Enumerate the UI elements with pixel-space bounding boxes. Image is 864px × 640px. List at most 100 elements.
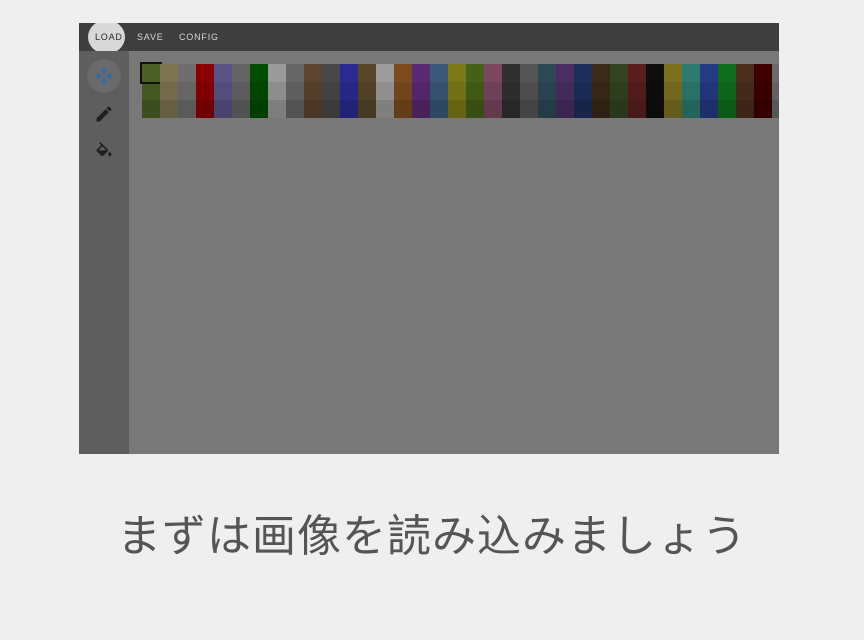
swatch-shade	[160, 64, 178, 82]
swatch-shade	[340, 100, 358, 118]
swatch-shade	[610, 100, 628, 118]
palette-swatch[interactable]	[214, 64, 232, 118]
palette-swatch[interactable]	[394, 64, 412, 118]
swatch-shade	[268, 100, 286, 118]
swatch-shade	[286, 82, 304, 100]
swatch-shade	[520, 82, 538, 100]
swatch-shade	[646, 100, 664, 118]
palette-swatch[interactable]	[700, 64, 718, 118]
swatch-shade	[286, 100, 304, 118]
swatch-shade	[520, 100, 538, 118]
palette-swatch[interactable]	[466, 64, 484, 118]
palette-swatch[interactable]	[304, 64, 322, 118]
swatch-shade	[592, 82, 610, 100]
swatch-shade	[664, 64, 682, 82]
swatch-shade	[160, 100, 178, 118]
palette-swatch[interactable]	[646, 64, 664, 118]
swatch-shade	[358, 100, 376, 118]
move-tool-button[interactable]	[87, 59, 121, 93]
swatch-shade	[592, 64, 610, 82]
swatch-shade	[772, 100, 779, 118]
swatch-shade	[178, 100, 196, 118]
swatch-shade	[322, 82, 340, 100]
swatch-shade	[682, 64, 700, 82]
palette-swatch[interactable]	[430, 64, 448, 118]
swatch-shade	[610, 82, 628, 100]
swatch-shade	[682, 82, 700, 100]
paint-bucket-icon	[96, 142, 112, 157]
swatch-shade	[574, 82, 592, 100]
swatch-shade	[340, 64, 358, 82]
swatch-shade	[520, 64, 538, 82]
swatch-shade	[538, 100, 556, 118]
pencil-tool-button[interactable]	[87, 97, 121, 131]
palette-swatch[interactable]	[664, 64, 682, 118]
swatch-shade	[268, 82, 286, 100]
palette-swatch[interactable]	[140, 62, 162, 118]
palette-swatch[interactable]	[196, 64, 214, 118]
swatch-shade	[448, 82, 466, 100]
swatch-shade	[250, 100, 268, 118]
palette-swatch[interactable]	[754, 64, 772, 118]
swatch-shade	[574, 64, 592, 82]
swatch-shade	[340, 82, 358, 100]
palette-swatch[interactable]	[610, 64, 628, 118]
palette-swatch[interactable]	[376, 64, 394, 118]
swatch-shade	[322, 100, 340, 118]
palette-swatch[interactable]	[286, 64, 304, 118]
swatch-shade	[718, 100, 736, 118]
swatch-shade	[682, 100, 700, 118]
swatch-shade	[394, 64, 412, 82]
swatch-shade	[394, 100, 412, 118]
palette-swatch[interactable]	[448, 64, 466, 118]
swatch-shade	[142, 100, 160, 118]
palette-swatch[interactable]	[160, 64, 178, 118]
palette-swatch[interactable]	[556, 64, 574, 118]
palette-swatch[interactable]	[232, 64, 250, 118]
swatch-shade	[466, 82, 484, 100]
palette-swatch[interactable]	[574, 64, 592, 118]
swatch-shade	[412, 82, 430, 100]
palette-swatch[interactable]	[268, 64, 286, 118]
palette-swatch[interactable]	[358, 64, 376, 118]
palette-swatch[interactable]	[592, 64, 610, 118]
palette-swatch[interactable]	[340, 64, 358, 118]
swatch-shade	[664, 82, 682, 100]
swatch-shade	[142, 82, 160, 100]
swatch-shade	[214, 64, 232, 82]
load-button[interactable]: LOAD	[95, 23, 123, 51]
swatch-shade	[700, 82, 718, 100]
swatch-shade	[736, 100, 754, 118]
palette-swatch[interactable]	[718, 64, 736, 118]
swatch-shade	[448, 64, 466, 82]
swatch-shade	[556, 64, 574, 82]
palette-swatch[interactable]	[628, 64, 646, 118]
palette-swatch[interactable]	[322, 64, 340, 118]
swatch-shade	[574, 100, 592, 118]
palette-swatch[interactable]	[484, 64, 502, 118]
swatch-shade	[718, 64, 736, 82]
swatch-shade	[646, 82, 664, 100]
swatch-shade	[232, 64, 250, 82]
canvas-area[interactable]	[129, 51, 779, 454]
swatch-shade	[736, 82, 754, 100]
save-button[interactable]: SAVE	[137, 23, 164, 51]
palette-swatch[interactable]	[250, 64, 268, 118]
config-button[interactable]: CONFIG	[179, 23, 219, 51]
swatch-shade	[646, 64, 664, 82]
palette-swatch[interactable]	[538, 64, 556, 118]
swatch-shade	[466, 100, 484, 118]
fill-tool-button[interactable]	[87, 135, 121, 169]
swatch-shade	[250, 64, 268, 82]
swatch-shade	[628, 64, 646, 82]
palette-swatch[interactable]	[178, 64, 196, 118]
palette-swatch[interactable]	[502, 64, 520, 118]
swatch-shade	[232, 82, 250, 100]
palette-swatch[interactable]	[412, 64, 430, 118]
swatch-shade	[322, 64, 340, 82]
palette-swatch[interactable]	[520, 64, 538, 118]
palette-swatch[interactable]	[682, 64, 700, 118]
palette-swatch[interactable]	[772, 64, 779, 118]
palette-swatch[interactable]	[736, 64, 754, 118]
menu-bar: LOAD SAVE CONFIG	[79, 23, 779, 54]
